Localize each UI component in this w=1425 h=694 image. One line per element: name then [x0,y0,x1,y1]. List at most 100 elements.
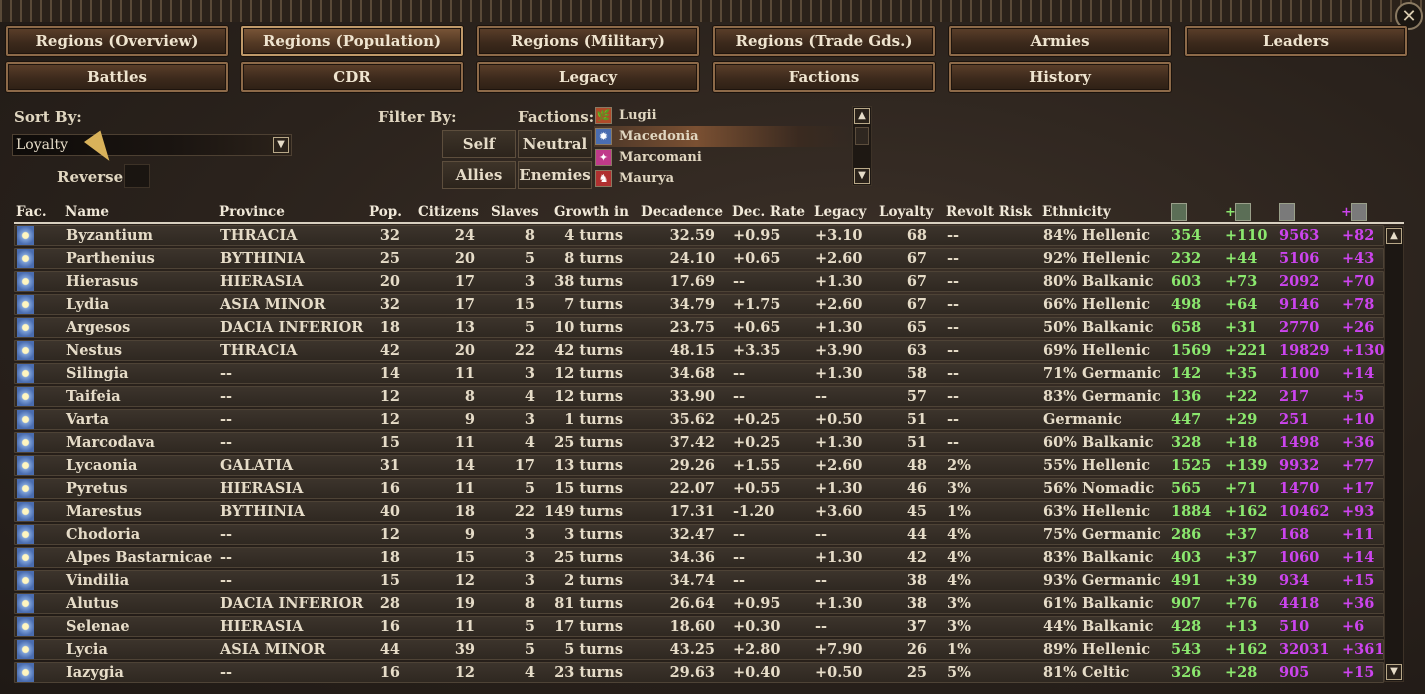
cell-treasury-value: 32031 [1279,641,1330,658]
faction-item-macedonia[interactable]: ✹ Macedonia [594,126,850,147]
table-scroll-up-icon[interactable]: ▲ [1386,228,1402,244]
population-icon[interactable] [1171,203,1187,221]
tab-regions-overview[interactable]: Regions (Overview) [6,26,228,56]
cell-growth: 81 turns [554,595,623,612]
col-header-pop[interactable]: Pop. [369,204,402,220]
cell-region-name: Hierasus [66,273,139,290]
tab-regions-population[interactable]: Regions (Population) [241,26,463,56]
filter-self-button[interactable]: Self [442,130,516,158]
table-row[interactable]: Alutus DACIA INFERIOR 28 19 8 81 turns 26.64 +0… [14,593,1384,614]
cell-region-name: Iazygia [66,664,124,681]
filter-enemies-button[interactable]: Enemies [518,161,592,189]
factions-scrollbar[interactable]: ▲ ▼ [852,106,872,186]
cell-pop-growth: +76 [1225,595,1258,612]
macedonia-faction-icon [17,387,34,406]
table-row[interactable]: Byzantium THRACIA 32 24 8 4 turns 32.59 +0.95 +3… [14,225,1384,246]
table-row[interactable]: Lycia ASIA MINOR 44 39 5 5 turns 43.25 +2.80 +7.… [14,639,1384,660]
cell-slaves: 5 [524,250,535,267]
table-row[interactable]: Parthenius BYTHINIA 25 20 5 8 turns 24.10 +0.65… [14,248,1384,269]
table-row[interactable]: Lycaonia GALATIA 31 14 17 13 turns 29.26 +1.55 +… [14,455,1384,476]
col-header-faction[interactable]: Fac. [16,204,47,220]
table-row[interactable]: Alpes Bastarnicae -- 18 15 3 25 turns 34.36 -- +… [14,547,1384,568]
table-scrollbar[interactable]: ▲ ▼ [1384,226,1404,682]
sort-by-dropdown[interactable]: Loyalty ▼ [12,134,292,156]
cell-decadence-rate: +0.65 [733,250,781,267]
cell-treasury-value: 510 [1279,618,1310,635]
tab-history[interactable]: History [949,62,1171,92]
table-row[interactable]: Chodoria -- 12 9 3 3 turns 32.47 -- -- 44 4% 75% Ge… [14,524,1384,545]
maurya-emblem-icon: ♞ [595,170,612,187]
tab-factions[interactable]: Factions [713,62,935,92]
faction-item-lugii[interactable]: 🌿 Lugii [594,105,850,126]
table-row[interactable]: Varta -- 12 9 3 1 turns 35.62 +0.25 +0.50 51 -- Ger… [14,409,1384,430]
col-header-loyalty[interactable]: Loyalty [879,204,933,220]
cell-citizens: 24 [454,227,475,244]
col-header-province[interactable]: Province [219,204,285,220]
scroll-down-icon[interactable]: ▼ [854,168,870,184]
tab-regions-military[interactable]: Regions (Military) [477,26,699,56]
table-row[interactable]: Iazygia -- 16 12 4 23 turns 29.63 +0.40 +0.50 25 5… [14,662,1384,683]
col-header-ethnicity[interactable]: Ethnicity [1042,204,1111,220]
tab-regions-trade-gds[interactable]: Regions (Trade Gds.) [713,26,935,56]
col-header-decadence[interactable]: Decadence [641,204,723,220]
table-row[interactable]: Marestus BYTHINIA 40 18 22 149 turns 17.31 -1.2… [14,501,1384,522]
reverse-checkbox[interactable] [124,164,150,188]
cell-pop-growth: +71 [1225,480,1258,497]
treasury-growth-icon[interactable] [1351,203,1367,221]
table-row[interactable]: Silingia -- 14 11 3 12 turns 34.68 -- +1.30 58 -- 7… [14,363,1384,384]
cell-decadence: 34.79 [669,296,715,313]
table-scroll-down-icon[interactable]: ▼ [1386,664,1402,680]
table-row[interactable]: Selenae HIERASIA 16 11 5 17 turns 18.60 +0.30 --… [14,616,1384,637]
cell-slaves: 3 [524,411,535,428]
tab-cdr[interactable]: CDR [241,62,463,92]
col-header-dec-rate[interactable]: Dec. Rate [732,204,805,220]
col-header-name[interactable]: Name [65,204,109,220]
col-header-legacy[interactable]: Legacy [814,204,866,220]
cell-loyalty: 51 [906,434,927,451]
cell-revolt-risk: -- [947,319,960,336]
cell-revolt-risk: 4% [947,572,971,589]
cell-region-name: Marcodava [66,434,155,451]
scroll-up-icon[interactable]: ▲ [854,108,870,124]
faction-item-marcomani[interactable]: ✦ Marcomani [594,147,850,168]
cell-treasury-value: 251 [1279,411,1310,428]
table-row[interactable]: Vindilia -- 15 12 3 2 turns 34.74 -- -- 38 4% 93% G… [14,570,1384,591]
population-growth-icon[interactable] [1235,203,1251,221]
cell-population: 12 [379,526,400,543]
filter-neutral-button[interactable]: Neutral [518,130,592,158]
col-header-slaves[interactable]: Slaves [491,204,539,220]
cell-loyalty: 44 [906,526,927,543]
cell-decadence-rate: +0.30 [733,618,781,635]
tab-leaders[interactable]: Leaders [1185,26,1407,56]
faction-item-maurya[interactable]: ♞ Maurya [594,168,850,189]
cell-citizens: 9 [464,526,475,543]
cell-revolt-risk: -- [947,434,960,451]
table-row[interactable]: Nestus THRACIA 42 20 22 42 turns 48.15 +3.35 +3.… [14,340,1384,361]
tab-battles[interactable]: Battles [6,62,228,92]
cell-citizens: 12 [454,572,475,589]
cell-region-name: Lydia [66,296,110,313]
tab-legacy[interactable]: Legacy [477,62,699,92]
col-header-citizens[interactable]: Citizens [418,204,479,220]
cell-treasury-value: 168 [1279,526,1310,543]
cell-decadence-rate: +2.80 [733,641,781,658]
filter-allies-button[interactable]: Allies [442,161,516,189]
cell-slaves: 3 [524,365,535,382]
dropdown-arrow-icon[interactable]: ▼ [273,137,289,153]
col-header-revolt-risk[interactable]: Revolt Risk [946,204,1032,220]
table-row[interactable]: Marcodava -- 15 11 4 25 turns 37.42 +0.25 +1.30 5… [14,432,1384,453]
table-row[interactable]: Pyretus HIERASIA 16 11 5 15 turns 22.07 +0.55 +1… [14,478,1384,499]
tab-armies[interactable]: Armies [949,26,1171,56]
scroll-thumb[interactable] [855,127,869,145]
treasury-icon[interactable] [1279,203,1295,221]
table-row[interactable]: Lydia ASIA MINOR 32 17 15 7 turns 34.79 +1.75 +2… [14,294,1384,315]
cell-region-name: Pyretus [66,480,128,497]
table-row[interactable]: Hierasus HIERASIA 20 17 3 38 turns 17.69 -- +1.3… [14,271,1384,292]
cell-citizens: 11 [454,618,475,635]
cell-province: BYTHINIA [220,250,305,267]
col-header-growth[interactable]: Growth in [554,204,629,220]
cell-revolt-risk: -- [947,273,960,290]
cell-growth: 8 turns [564,250,623,267]
table-row[interactable]: Taifeia -- 12 8 4 12 turns 33.90 -- -- 57 -- 83% Ge… [14,386,1384,407]
table-row[interactable]: Argesos DACIA INFERIOR 18 13 5 10 turns 23.75 +… [14,317,1384,338]
